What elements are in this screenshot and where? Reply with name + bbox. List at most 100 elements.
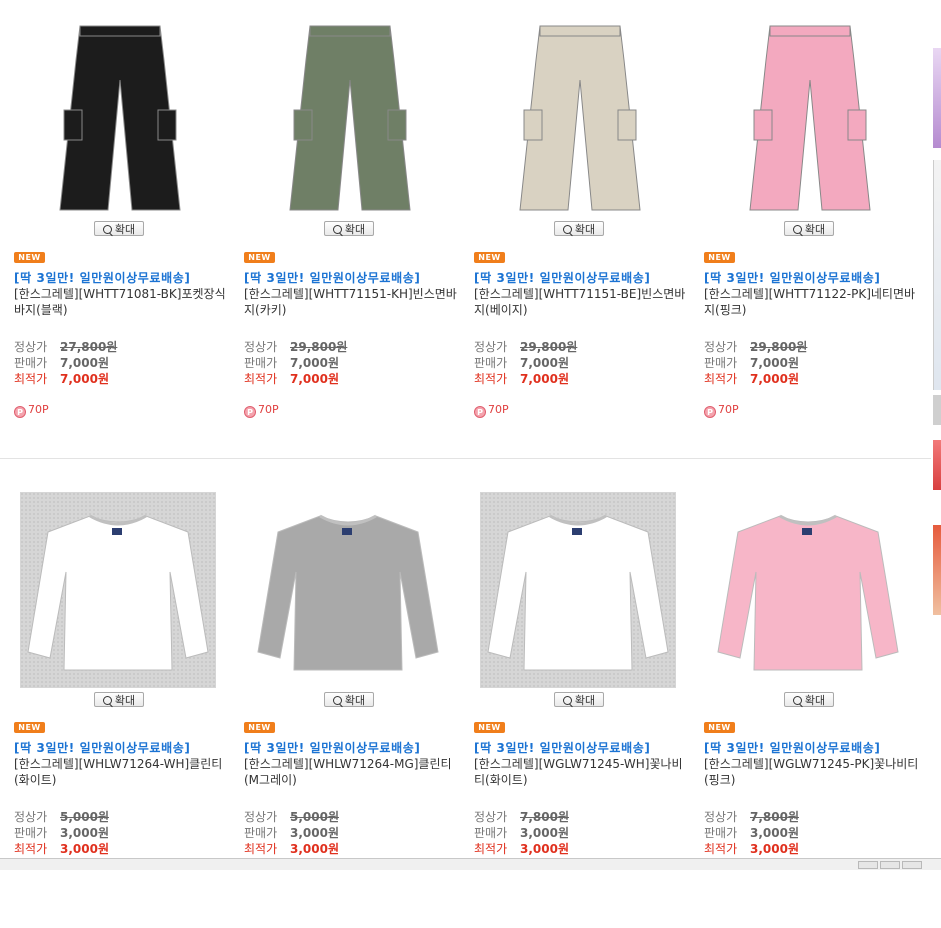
- product-card: 확대 NEW [딱 3일만! 일만원이상무료배송] [한스그레텔][WHLW71…: [244, 470, 459, 910]
- product-image[interactable]: [480, 492, 676, 688]
- zoom-button[interactable]: 확대: [324, 692, 374, 707]
- product-card: 확대 NEW [딱 3일만! 일만원이상무료배송] [한스그레텔][WHLW71…: [14, 470, 229, 910]
- promo-link[interactable]: [딱 3일만! 일만원이상무료배송]: [14, 739, 190, 756]
- regular-price-label: 정상가: [704, 810, 738, 824]
- promo-link[interactable]: [딱 3일만! 일만원이상무료배송]: [704, 269, 880, 286]
- regular-price: 7,800원: [750, 810, 799, 824]
- point-info: P 70P: [244, 403, 279, 418]
- side-banner-strip[interactable]: [933, 0, 941, 858]
- side-banner[interactable]: [933, 160, 941, 390]
- sale-price-label: 판매가: [704, 356, 738, 370]
- best-price-label: 최적가: [244, 842, 278, 856]
- regular-price: 5,000원: [60, 810, 109, 824]
- product-name-link[interactable]: [한스그레텔][WHTT71151-BE]빈스면바지(베이지): [474, 286, 689, 318]
- best-price: 7,000원: [290, 372, 339, 386]
- new-badge: NEW: [474, 722, 505, 733]
- price-block: 정상가 5,000원 판매가 3,000원 최적가 3,000원: [244, 809, 339, 857]
- sale-price-label: 판매가: [14, 356, 48, 370]
- side-banner[interactable]: [933, 395, 941, 425]
- regular-price: 5,000원: [290, 810, 339, 824]
- best-price-label: 최적가: [244, 372, 278, 386]
- product-image[interactable]: [20, 20, 216, 216]
- new-badge: NEW: [14, 722, 45, 733]
- zoom-button[interactable]: 확대: [554, 221, 604, 236]
- magnifier-icon: [102, 225, 112, 234]
- new-badge: NEW: [244, 722, 275, 733]
- product-row: 확대 NEW [딱 3일만! 일만원이상무료배송] [한스그레텔][WHTT71…: [0, 0, 931, 458]
- sale-price: 7,000원: [290, 356, 339, 370]
- best-price-label: 최적가: [704, 372, 738, 386]
- product-image[interactable]: [710, 492, 906, 688]
- regular-price-label: 정상가: [474, 810, 508, 824]
- promo-link[interactable]: [딱 3일만! 일만원이상무료배송]: [474, 739, 650, 756]
- sale-price: 3,000원: [750, 826, 799, 840]
- zoom-button[interactable]: 확대: [94, 692, 144, 707]
- price-block: 정상가 27,800원 판매가 7,000원 최적가 7,000원: [14, 339, 117, 387]
- product-image[interactable]: [20, 492, 216, 688]
- product-name-link[interactable]: [한스그레텔][WHTT71122-PK]네티면바지(핑크): [704, 286, 919, 318]
- product-name-link[interactable]: [한스그레텔][WGLW71245-PK]꽃나비티(핑크): [704, 756, 919, 788]
- zoom-button[interactable]: 확대: [784, 692, 834, 707]
- product-image[interactable]: [480, 20, 676, 216]
- side-banner[interactable]: [933, 440, 941, 490]
- magnifier-icon: [102, 696, 112, 705]
- product-name-link[interactable]: [한스그레텔][WHLW71264-MG]클린티(M그레이): [244, 756, 459, 788]
- regular-price: 7,800원: [520, 810, 569, 824]
- product-name-link[interactable]: [한스그레텔][WHTT71081-BK]포켓장식바지(블랙): [14, 286, 229, 318]
- product-card: 확대 NEW [딱 3일만! 일만원이상무료배송] [한스그레텔][WHTT71…: [14, 0, 229, 440]
- point-icon: P: [474, 406, 486, 418]
- price-block: 정상가 29,800원 판매가 7,000원 최적가 7,000원: [704, 339, 807, 387]
- point-icon: P: [244, 406, 256, 418]
- sale-price-label: 판매가: [704, 826, 738, 840]
- new-badge: NEW: [704, 252, 735, 263]
- promo-link[interactable]: [딱 3일만! 일만원이상무료배송]: [474, 269, 650, 286]
- best-price: 3,000원: [290, 842, 339, 856]
- zoom-button[interactable]: 확대: [784, 221, 834, 236]
- product-image[interactable]: [250, 492, 446, 688]
- promo-link[interactable]: [딱 3일만! 일만원이상무료배송]: [244, 739, 420, 756]
- point-info: P 70P: [704, 403, 739, 418]
- zoom-button[interactable]: 확대: [94, 221, 144, 236]
- sale-price-label: 판매가: [474, 826, 508, 840]
- product-image[interactable]: [250, 20, 446, 216]
- promo-link[interactable]: [딱 3일만! 일만원이상무료배송]: [704, 739, 880, 756]
- sale-price: 3,000원: [290, 826, 339, 840]
- new-badge: NEW: [244, 252, 275, 263]
- best-price: 7,000원: [520, 372, 569, 386]
- product-name-link[interactable]: [한스그레텔][WHLW71264-WH]클린티(화이트): [14, 756, 229, 788]
- regular-price-label: 정상가: [14, 810, 48, 824]
- magnifier-icon: [332, 696, 342, 705]
- product-name-link[interactable]: [한스그레텔][WGLW71245-WH]꽃나비티(화이트): [474, 756, 689, 788]
- product-card: 확대 NEW [딱 3일만! 일만원이상무료배송] [한스그레텔][WHTT71…: [474, 0, 689, 440]
- regular-price-label: 정상가: [244, 340, 278, 354]
- product-grid: 확대 NEW [딱 3일만! 일만원이상무료배송] [한스그레텔][WHTT71…: [0, 0, 931, 858]
- side-banner[interactable]: [933, 48, 941, 148]
- magnifier-icon: [332, 225, 342, 234]
- magnifier-icon: [792, 225, 802, 234]
- sale-price-label: 판매가: [474, 356, 508, 370]
- horizontal-scrollbar[interactable]: [0, 858, 941, 870]
- price-block: 정상가 7,800원 판매가 3,000원 최적가 3,000원: [704, 809, 799, 857]
- point-info: P 70P: [14, 403, 49, 418]
- sale-price: 3,000원: [60, 826, 109, 840]
- zoom-button[interactable]: 확대: [554, 692, 604, 707]
- product-card: 확대 NEW [딱 3일만! 일만원이상무료배송] [한스그레텔][WHTT71…: [244, 0, 459, 440]
- side-banner[interactable]: [933, 525, 941, 615]
- scrollbar-segment[interactable]: [880, 861, 900, 869]
- sale-price-label: 판매가: [244, 826, 278, 840]
- sale-price: 7,000원: [750, 356, 799, 370]
- scrollbar-segment[interactable]: [858, 861, 878, 869]
- new-badge: NEW: [14, 252, 45, 263]
- best-price: 3,000원: [60, 842, 109, 856]
- best-price: 3,000원: [520, 842, 569, 856]
- product-name-link[interactable]: [한스그레텔][WHTT71151-KH]빈스면바지(카키): [244, 286, 459, 318]
- scrollbar-segment[interactable]: [902, 861, 922, 869]
- promo-link[interactable]: [딱 3일만! 일만원이상무료배송]: [244, 269, 420, 286]
- magnifier-icon: [792, 696, 802, 705]
- price-block: 정상가 29,800원 판매가 7,000원 최적가 7,000원: [244, 339, 347, 387]
- promo-link[interactable]: [딱 3일만! 일만원이상무료배송]: [14, 269, 190, 286]
- zoom-button[interactable]: 확대: [324, 221, 374, 236]
- product-image[interactable]: [710, 20, 906, 216]
- row-divider: [0, 458, 931, 459]
- sale-price: 3,000원: [520, 826, 569, 840]
